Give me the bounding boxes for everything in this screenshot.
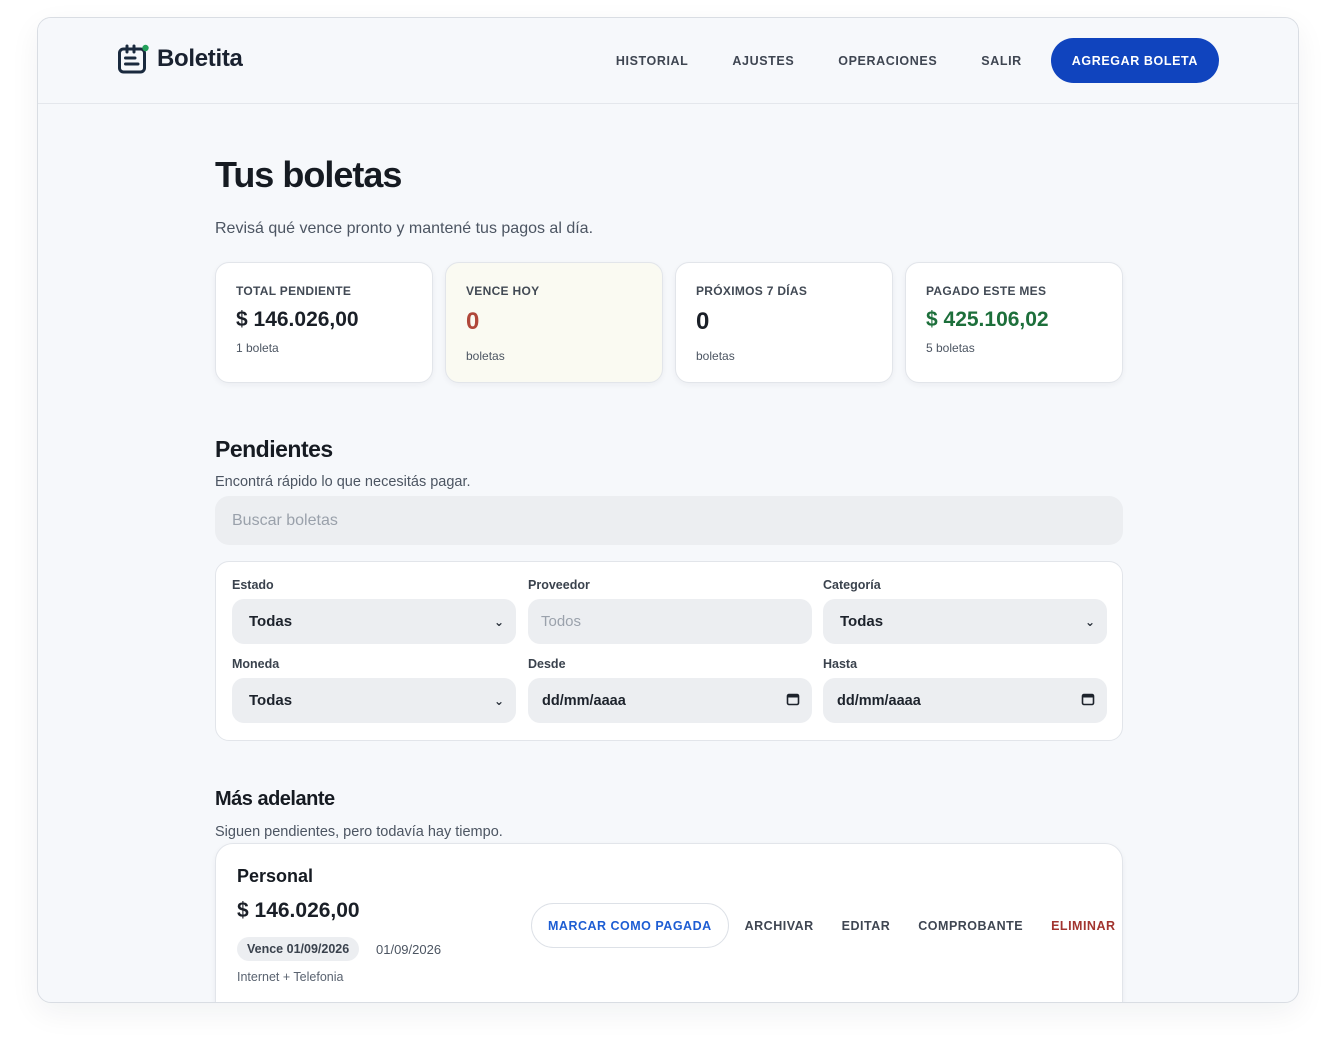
- desde-date-input[interactable]: dd/mm/aaaa: [528, 678, 812, 723]
- page-title: Tus boletas: [215, 154, 402, 195]
- select-value: Todas: [840, 613, 884, 630]
- filter-estado: Estado Todas ⌄: [232, 578, 516, 644]
- add-boleta-button[interactable]: AGREGAR BOLETA: [1050, 38, 1219, 83]
- bill-amount: $ 146.026,00: [237, 899, 360, 922]
- stat-card-proximos-7-dias: PRÓXIMOS 7 DÍAS 0 boletas: [675, 262, 893, 383]
- date-value: dd/mm/aaaa: [542, 692, 626, 709]
- stat-label: TOTAL PENDIENTE: [236, 284, 352, 298]
- moneda-select[interactable]: Todas ⌄: [232, 678, 516, 723]
- brand-name: Boletita: [157, 45, 243, 72]
- stat-label: PRÓXIMOS 7 DÍAS: [696, 284, 808, 298]
- filter-label: Estado: [232, 578, 274, 592]
- filter-moneda: Moneda Todas ⌄: [232, 657, 516, 723]
- stat-value: 0: [696, 308, 710, 335]
- nav-ajustes[interactable]: AJUSTES: [710, 39, 816, 83]
- nav-salir[interactable]: SALIR: [959, 39, 1044, 83]
- bill-title: Personal: [237, 866, 314, 886]
- bill-card: Personal $ 146.026,00 Vence 01/09/2026 0…: [215, 843, 1123, 1002]
- stat-value: 0: [466, 308, 480, 335]
- filter-label: Moneda: [232, 657, 280, 671]
- stat-card-pagado-este-mes: PAGADO ESTE MES $ 425.106,02 5 boletas: [905, 262, 1123, 383]
- categoria-select[interactable]: Todas ⌄: [823, 599, 1107, 644]
- filters-panel: Estado Todas ⌄ Proveedor Todos Categoría…: [215, 561, 1123, 741]
- archive-button[interactable]: ARCHIVAR: [745, 919, 814, 933]
- stat-label: VENCE HOY: [466, 284, 540, 298]
- date-value: dd/mm/aaaa: [837, 692, 921, 709]
- nav-historial[interactable]: HISTORIAL: [594, 39, 711, 83]
- stat-note: boletas: [696, 349, 735, 363]
- pendientes-title: Pendientes: [215, 436, 333, 462]
- notepad-icon: [117, 43, 149, 75]
- app-window: Boletita HISTORIAL AJUSTES OPERACIONES S…: [37, 17, 1299, 1003]
- delete-button[interactable]: ELIMINAR: [1051, 919, 1115, 933]
- main-nav: HISTORIAL AJUSTES OPERACIONES SALIR AGRE…: [594, 38, 1219, 83]
- top-navbar: Boletita HISTORIAL AJUSTES OPERACIONES S…: [38, 18, 1298, 104]
- stat-note: 5 boletas: [926, 341, 975, 355]
- stat-card-vence-hoy: VENCE HOY 0 boletas: [445, 262, 663, 383]
- calendar-icon[interactable]: [786, 692, 800, 710]
- bill-date: 01/09/2026: [376, 942, 442, 957]
- estado-select[interactable]: Todas ⌄: [232, 599, 516, 644]
- search-input[interactable]: Buscar boletas: [215, 496, 1123, 545]
- chevron-down-icon: ⌄: [493, 614, 504, 629]
- filter-desde: Desde dd/mm/aaaa: [528, 657, 812, 723]
- mas-adelante-subtitle: Siguen pendientes, pero todavía hay tiem…: [215, 824, 503, 840]
- stat-value: $ 425.106,02: [926, 308, 1049, 331]
- chevron-down-icon: ⌄: [1084, 614, 1095, 629]
- stat-card-total-pendiente: TOTAL PENDIENTE $ 146.026,00 1 boleta: [215, 262, 433, 383]
- chevron-down-icon: ⌄: [493, 693, 504, 708]
- page-subtitle: Revisá qué vence pronto y mantené tus pa…: [215, 220, 594, 237]
- select-value: Todas: [249, 692, 293, 709]
- stat-note: 1 boleta: [236, 341, 279, 355]
- receipt-button[interactable]: COMPROBANTE: [918, 919, 1023, 933]
- bill-actions: MARCAR COMO PAGADA ARCHIVAR EDITAR COMPR…: [531, 903, 1116, 948]
- stat-note: boletas: [466, 349, 505, 363]
- filter-hasta: Hasta dd/mm/aaaa: [823, 657, 1107, 723]
- mas-adelante-title: Más adelante: [215, 788, 335, 810]
- stat-label: PAGADO ESTE MES: [926, 284, 1047, 298]
- stats-row: TOTAL PENDIENTE $ 146.026,00 1 boleta VE…: [215, 262, 1123, 383]
- filter-label: Desde: [528, 657, 566, 671]
- filter-categoria: Categoría Todas ⌄: [823, 578, 1107, 644]
- edit-button[interactable]: EDITAR: [842, 919, 891, 933]
- brand-logo[interactable]: Boletita: [117, 43, 243, 75]
- calendar-icon[interactable]: [1081, 692, 1095, 710]
- filter-proveedor: Proveedor Todos: [528, 578, 812, 644]
- filter-label: Categoría: [823, 578, 881, 592]
- filter-label: Proveedor: [528, 578, 590, 592]
- pendientes-subtitle: Encontrá rápido lo que necesitás pagar.: [215, 474, 471, 490]
- stat-value: $ 146.026,00: [236, 308, 359, 331]
- filter-label: Hasta: [823, 657, 858, 671]
- proveedor-input[interactable]: Todos: [528, 599, 812, 644]
- nav-operaciones[interactable]: OPERACIONES: [816, 39, 959, 83]
- hasta-date-input[interactable]: dd/mm/aaaa: [823, 678, 1107, 723]
- due-date-badge: Vence 01/09/2026: [237, 937, 360, 961]
- select-value: Todas: [249, 613, 293, 630]
- mark-paid-button[interactable]: MARCAR COMO PAGADA: [531, 903, 729, 948]
- bill-category: Internet + Telefonia: [237, 970, 344, 984]
